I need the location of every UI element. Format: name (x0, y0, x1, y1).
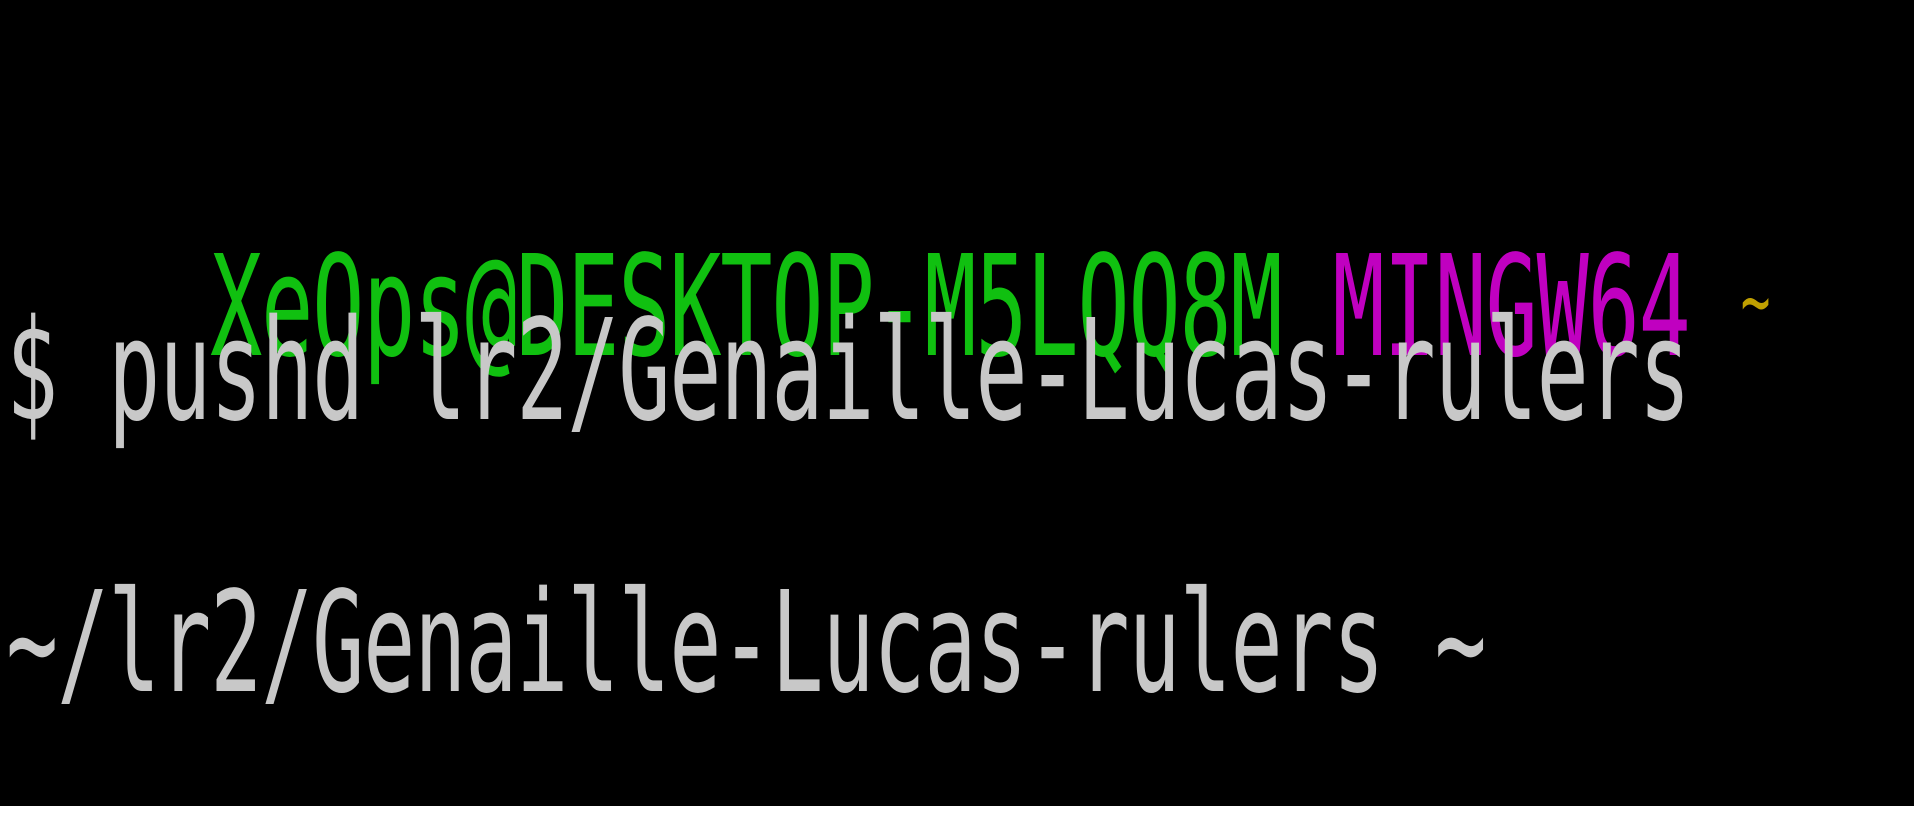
terminal-window[interactable]: XeOps@DESKTOP-M5LQQ8M MINGW64 ~ $ pushd … (0, 0, 1914, 806)
command-output: ~/lr2/Genaille-Lucas-rulers ~ (6, 562, 1487, 725)
prompt-current-directory: ~ (1740, 255, 1771, 348)
command-line: $ pushd lr2/Genaille-Lucas-rulers (6, 290, 1691, 453)
